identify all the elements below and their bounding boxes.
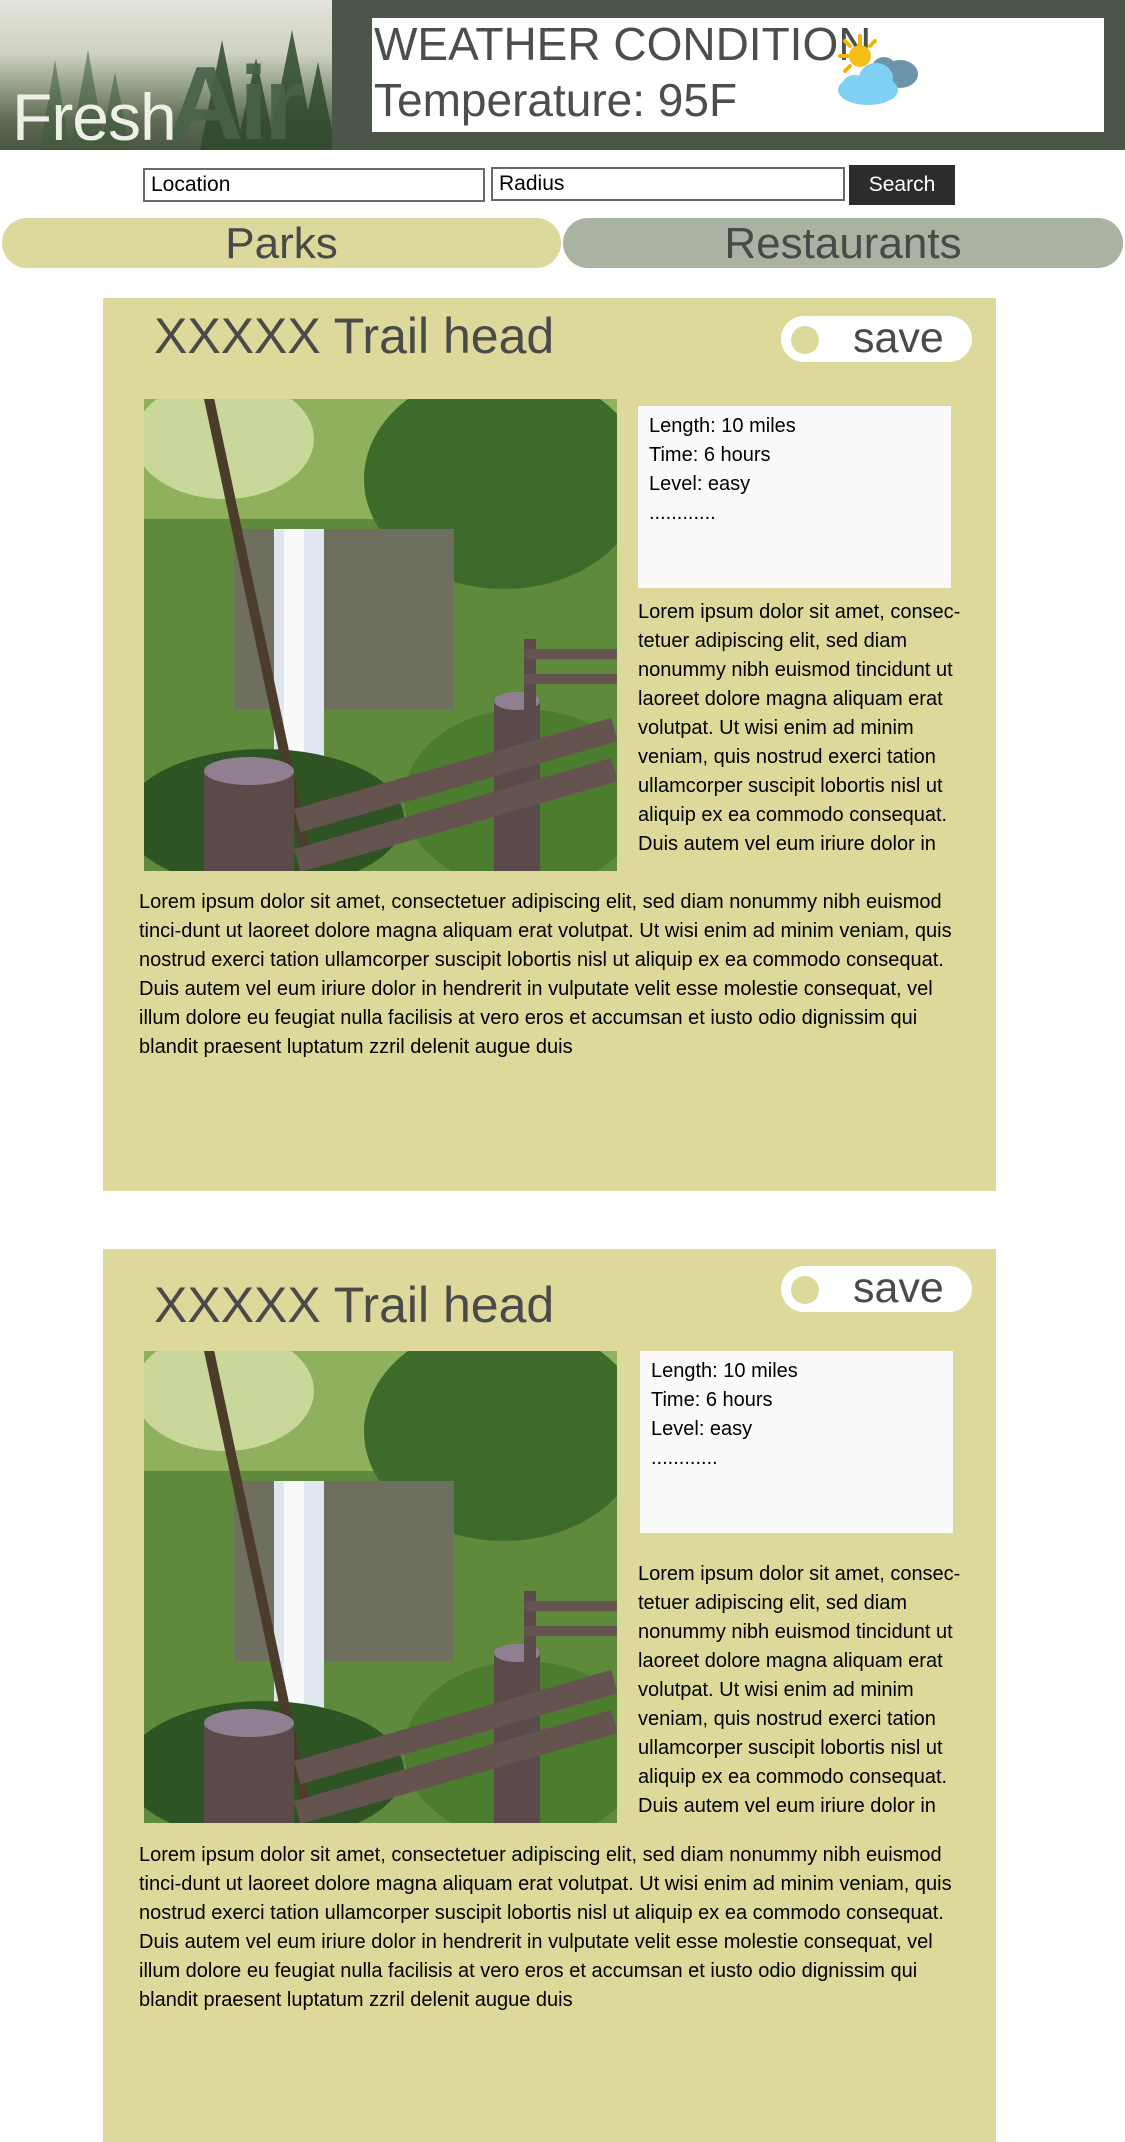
trail-photo [144,399,617,871]
trail-time: Time: 6 hours [651,1389,773,1411]
save-label: save [853,314,944,362]
trail-card: XXXXX Trail head save Length: 10 miles T… [103,1249,996,2142]
logo-fresh-word: Fresh [12,80,177,150]
save-button[interactable]: save [781,1264,972,1312]
trail-description: Lorem ipsum dolor sit amet, consectetuer… [139,1844,952,2011]
trail-summary: Lorem ipsum dolor sit amet, consec-tetue… [638,601,961,855]
trail-stats-box: Length: 10 miles Time: 6 hours Level: ea… [638,406,951,588]
weather-panel: WEATHER CONDITION Temperature: 95F [372,18,1104,132]
trail-summary: Lorem ipsum dolor sit amet, consec-tetue… [638,1563,961,1817]
trail-level: Level: easy [651,1418,753,1440]
trail-more: ............ [651,1447,718,1469]
fresh-air-logo[interactable]: Air Fresh [0,0,332,150]
weather-title: WEATHER CONDITION [374,18,872,70]
temperature-readout: Temperature: 95F [374,74,738,126]
trail-title: XXXXX Trail head [154,308,555,364]
save-toggle-icon [791,1276,819,1304]
trail-more: ............ [649,502,716,524]
trail-length: Length: 10 miles [651,1360,798,1382]
partly-cloudy-sun-icon [838,34,918,105]
tab-restaurants[interactable]: Restaurants [563,218,1123,268]
logo-air-word: Air [168,46,304,150]
tab-parks[interactable]: Parks [2,218,561,268]
save-label: save [853,1264,944,1312]
site-header: Air Fresh WEATHER CONDITION Temperature:… [0,0,1125,150]
radius-input[interactable] [491,167,845,201]
waterfall-image [144,399,617,871]
search-button[interactable]: Search [849,165,955,205]
trail-time: Time: 6 hours [649,444,771,466]
waterfall-image [144,1351,617,1823]
trail-description: Lorem ipsum dolor sit amet, consectetuer… [139,891,952,1058]
trail-title: XXXXX Trail head [154,1277,555,1333]
trail-stats-box: Length: 10 miles Time: 6 hours Level: ea… [640,1351,953,1533]
save-button[interactable]: save [781,314,972,362]
trail-photo [144,1351,617,1823]
trail-card: XXXXX Trail head save Length: 10 miles T… [103,298,996,1191]
save-toggle-icon [791,326,819,354]
search-bar: Search [0,160,1125,210]
trail-level: Level: easy [649,473,751,495]
trail-length: Length: 10 miles [649,415,796,437]
location-input[interactable] [143,168,485,202]
